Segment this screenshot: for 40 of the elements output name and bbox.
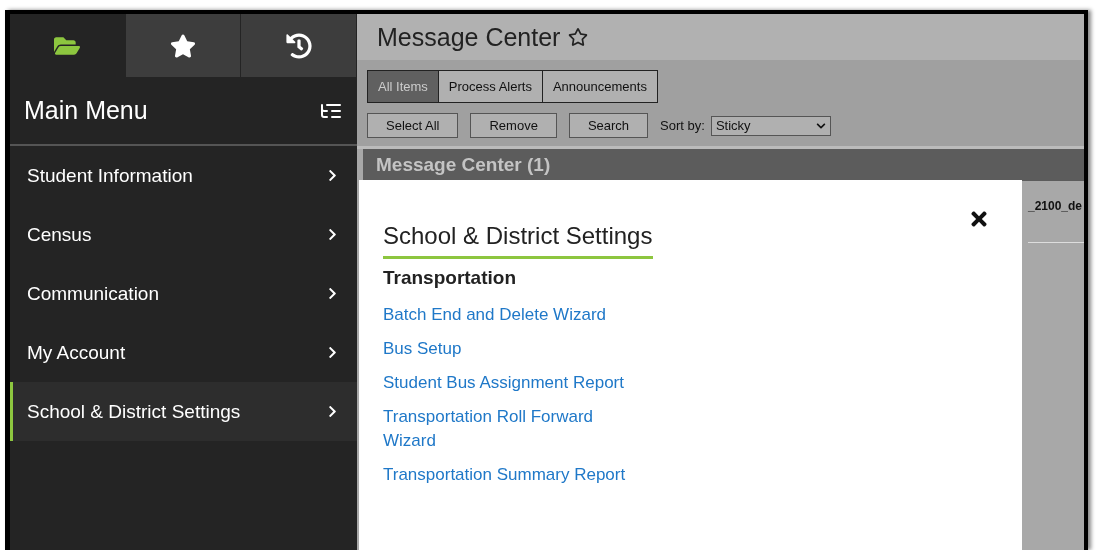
menu-link[interactable]: Transportation Summary Report [383, 463, 633, 487]
sidebar-tab[interactable] [125, 14, 242, 77]
table-cell: _2100_de [1028, 181, 1084, 243]
sidebar-tab[interactable] [241, 14, 357, 77]
menu-item[interactable]: Student Information [10, 146, 357, 205]
menu-item-label: Communication [27, 282, 159, 305]
section-heading: Transportation [383, 267, 517, 289]
menu-item-label: Student Information [27, 164, 193, 187]
message-tab[interactable]: All Items [368, 71, 439, 102]
menu-link[interactable]: Transportation Roll Forward Wizard [383, 405, 633, 453]
message-tab[interactable]: Announcements [542, 71, 657, 102]
menu-item[interactable]: Communication [10, 264, 357, 323]
menu-link[interactable]: Bus Setup [383, 337, 633, 361]
toolbar-button[interactable]: Remove [470, 113, 557, 138]
menu-item[interactable]: Census [10, 205, 357, 264]
menu-item[interactable]: My Account [10, 323, 357, 382]
chevron-right-icon [326, 169, 339, 182]
menu-item[interactable]: School & District Settings [10, 382, 357, 441]
toolbar-button[interactable]: Select All [367, 113, 459, 138]
chevron-down-icon [815, 120, 826, 131]
message-tab[interactable]: Process Alerts [438, 71, 543, 102]
star-icon [170, 32, 196, 59]
sort-label: Sort by: [660, 118, 705, 133]
menu-item-label: School & District Settings [27, 400, 241, 423]
menu-link[interactable]: Batch End and Delete Wizard [383, 303, 633, 327]
menu-item-label: Census [27, 223, 92, 246]
popup-title: School & District Settings [383, 222, 653, 251]
chevron-right-icon [326, 287, 339, 300]
page-title: Message Center [377, 22, 561, 52]
toolbar-button[interactable]: Search [568, 113, 649, 138]
chevron-right-icon [326, 405, 339, 418]
menu-title: Main Menu [24, 96, 148, 125]
chevron-right-icon [326, 346, 339, 359]
menu-link[interactable]: Student Bus Assignment Report [383, 371, 633, 395]
history-icon [285, 32, 312, 59]
section-title: Message Center (1) [376, 154, 551, 176]
star-icon[interactable] [568, 27, 589, 47]
sort-select[interactable]: Sticky [710, 115, 831, 136]
menu-item-label: My Account [27, 341, 126, 364]
chevron-right-icon [326, 228, 339, 241]
